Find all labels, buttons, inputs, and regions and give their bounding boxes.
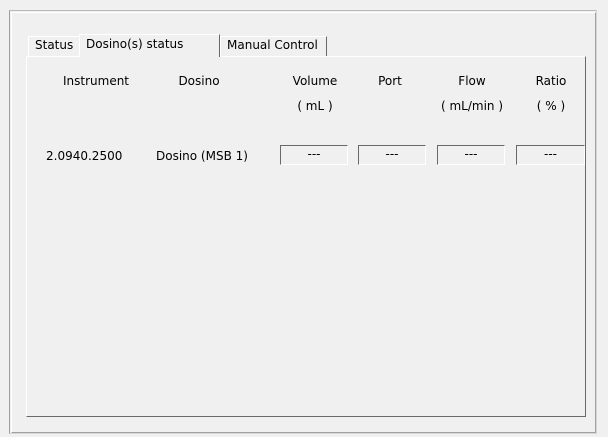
tab-dosino-status-label: Dosino(s) status	[86, 37, 184, 51]
header-instrument: Instrument	[62, 74, 130, 88]
tab-dosino-status[interactable]: Dosino(s) status	[79, 34, 220, 57]
header-volume-unit: ( mL )	[297, 99, 333, 113]
tab-status[interactable]: Status	[28, 36, 81, 56]
port-value-box: ---	[358, 145, 426, 165]
volume-value-box: ---	[280, 145, 348, 165]
tab-strip: Status Dosino(s) status Manual Control	[26, 34, 586, 57]
header-ratio-unit: ( % )	[536, 99, 566, 113]
header-ratio: Ratio	[535, 74, 567, 88]
flow-value-box: ---	[437, 145, 505, 165]
header-port: Port	[378, 74, 402, 88]
tab-manual-control[interactable]: Manual Control	[220, 36, 327, 56]
tab-manual-control-label: Manual Control	[227, 38, 318, 52]
header-flow-unit: ( mL/min )	[440, 99, 504, 113]
header-volume: Volume	[292, 74, 338, 88]
header-dosino: Dosino	[178, 74, 220, 88]
row-instrument: 2.0940.2500	[46, 149, 123, 163]
ratio-value-box: ---	[516, 145, 585, 165]
row-dosino: Dosino (MSB 1)	[156, 149, 248, 163]
tab-status-label: Status	[35, 38, 74, 52]
header-flow: Flow	[458, 74, 486, 88]
